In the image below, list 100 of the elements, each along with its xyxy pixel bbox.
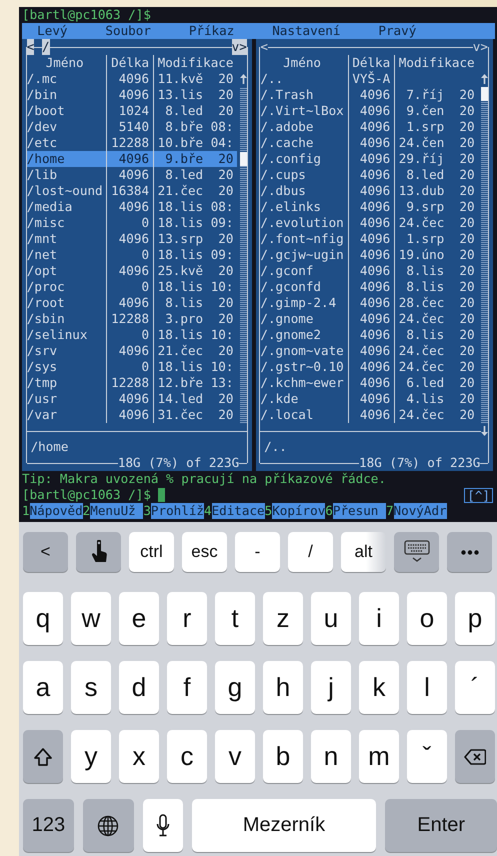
- letter-key[interactable]: l: [407, 661, 447, 714]
- more-button[interactable]: [447, 532, 492, 572]
- function-key[interactable]: Enter: [385, 799, 497, 852]
- pointer-button[interactable]: [76, 532, 121, 572]
- file-row[interactable]: /media 4096 18.lis 08:: [26, 199, 238, 215]
- letter-key[interactable]: r: [167, 592, 207, 645]
- file-row[interactable]: /.kchm~ewer 4096 6.led 20: [260, 375, 478, 391]
- letter-key[interactable]: b: [263, 730, 303, 783]
- letter-key[interactable]: s: [71, 661, 111, 714]
- modifier-key[interactable]: alt: [341, 532, 386, 572]
- letter-key[interactable]: k: [359, 661, 399, 714]
- column-header[interactable]: Délka: [348, 55, 394, 71]
- backspace-key[interactable]: [455, 730, 495, 783]
- history-button[interactable]: [^]: [464, 488, 493, 502]
- letter-key[interactable]: j: [311, 661, 351, 714]
- file-row[interactable]: /.adobe 4096 1.srp 20: [260, 119, 478, 135]
- letter-key[interactable]: v: [215, 730, 255, 783]
- file-row[interactable]: /.cups 4096 8.led 20: [260, 167, 478, 183]
- file-row[interactable]: /usr 4096 14.led 20: [26, 391, 238, 407]
- file-row[interactable]: /tmp 12288 12.bře 13:: [26, 375, 238, 391]
- file-row[interactable]: /lost~ound 16384 21.čec 20: [26, 183, 238, 199]
- function-key-button[interactable]: Kopírov: [272, 503, 326, 519]
- column-header[interactable]: Modifikace: [152, 55, 238, 71]
- letter-key[interactable]: i: [359, 592, 399, 645]
- file-row[interactable]: /srv 4096 21.čec 20: [26, 343, 238, 359]
- shift-key[interactable]: [23, 730, 63, 783]
- letter-key[interactable]: ˇ: [407, 730, 447, 783]
- modifier-key[interactable]: ctrl: [129, 532, 174, 572]
- history-left-button[interactable]: <: [26, 39, 34, 55]
- menu-item[interactable]: Nastavení: [272, 23, 340, 39]
- file-row[interactable]: /.Trash 4096 7.říj 20: [260, 87, 478, 103]
- function-key[interactable]: <: [23, 532, 68, 572]
- letter-key[interactable]: o: [407, 592, 447, 645]
- file-row[interactable]: /.gstr~0.10 4096 24.čec 20: [260, 359, 478, 375]
- file-row[interactable]: /root 4096 8.lis 20: [26, 295, 238, 311]
- menu-item[interactable]: Soubor: [105, 23, 151, 39]
- letter-key[interactable]: c: [167, 730, 207, 783]
- file-row[interactable]: /.elinks 4096 9.srp 20: [260, 199, 478, 215]
- file-row[interactable]: /bin 4096 13.lis 20: [26, 87, 238, 103]
- file-row[interactable]: /var 4096 31.čec 20: [26, 407, 238, 423]
- column-header[interactable]: Jméno: [260, 55, 348, 71]
- file-row[interactable]: /sys 0 18.lis 10:: [26, 359, 238, 375]
- letter-key[interactable]: e: [119, 592, 159, 645]
- function-key-button[interactable]: Nápověd: [30, 503, 83, 519]
- keyboard-hide-button[interactable]: [394, 532, 439, 572]
- letter-key[interactable]: u: [311, 592, 351, 645]
- menu-item[interactable]: Levý: [37, 23, 68, 39]
- file-row[interactable]: /net 0 18.lis 09:: [26, 247, 238, 263]
- scrollbar-thumb[interactable]: [240, 152, 246, 166]
- letter-key[interactable]: q: [23, 592, 63, 645]
- file-row[interactable]: /boot 1024 8.led 20: [26, 103, 238, 119]
- column-header[interactable]: Jméno: [26, 55, 106, 71]
- function-key-button[interactable]: Přesun: [332, 503, 386, 519]
- file-row[interactable]: /home 4096 9.bře 20: [26, 151, 238, 167]
- file-row[interactable]: /.. VYŠ-A: [260, 71, 478, 87]
- space-bar[interactable]: Mezerník: [192, 799, 376, 852]
- file-row[interactable]: /.mc 4096 11.kvě 20: [26, 71, 238, 87]
- letter-key[interactable]: w: [71, 592, 111, 645]
- file-row[interactable]: /.font~nfig 4096 1.srp 20: [260, 231, 478, 247]
- file-row[interactable]: /.gcjw~ugin 4096 19.úno 20: [260, 247, 478, 263]
- function-key[interactable]: 123: [23, 799, 74, 852]
- letter-key[interactable]: x: [119, 730, 159, 783]
- scrollbar-track[interactable]: [480, 87, 488, 423]
- letter-key[interactable]: y: [71, 730, 111, 783]
- letter-key[interactable]: m: [359, 730, 399, 783]
- letter-key[interactable]: t: [215, 592, 255, 645]
- file-row[interactable]: /dev 5140 8.bře 08:: [26, 119, 238, 135]
- history-right-button[interactable]: v>: [472, 39, 488, 55]
- menu-item[interactable]: Pravý: [378, 23, 416, 39]
- column-header[interactable]: Modifikace: [394, 55, 478, 71]
- function-key-button[interactable]: Editace: [212, 503, 265, 519]
- file-row[interactable]: /.cache 4096 24.čen 20: [260, 135, 478, 151]
- function-key-button[interactable]: NovýAdr: [394, 503, 447, 519]
- function-key-button[interactable]: Prohlíž: [150, 503, 204, 519]
- menu-item[interactable]: Příkaz: [188, 23, 234, 39]
- history-left-button[interactable]: <: [260, 39, 268, 55]
- file-row[interactable]: /mnt 4096 13.srp 20: [26, 231, 238, 247]
- file-row[interactable]: /.Virt~lBox 4096 9.čen 20: [260, 103, 478, 119]
- letter-key[interactable]: h: [263, 661, 303, 714]
- file-row[interactable]: /sbin 12288 3.pro 20: [26, 311, 238, 327]
- file-row[interactable]: /.gnome2 4096 8.lis 20: [260, 327, 478, 343]
- letter-key[interactable]: n: [311, 730, 351, 783]
- file-row[interactable]: /.gnome 4096 24.čec 20: [260, 311, 478, 327]
- language-key[interactable]: [82, 799, 134, 852]
- file-row[interactable]: /.gconf 4096 8.lis 20: [260, 263, 478, 279]
- file-row[interactable]: /lib 4096 8.led 20: [26, 167, 238, 183]
- letter-key[interactable]: p: [455, 592, 495, 645]
- modifier-key[interactable]: /: [288, 532, 333, 572]
- file-row[interactable]: /.kde 4096 4.lis 20: [260, 391, 478, 407]
- file-row[interactable]: /misc 0 18.lis 09:: [26, 215, 238, 231]
- file-row[interactable]: /opt 4096 25.kvě 20: [26, 263, 238, 279]
- file-row[interactable]: /.local 4096 24.čec 20: [260, 407, 478, 423]
- column-header[interactable]: Délka: [106, 55, 153, 71]
- file-row[interactable]: /.dbus 4096 13.dub 20: [260, 183, 478, 199]
- letter-key[interactable]: g: [215, 661, 255, 714]
- file-row[interactable]: /.evolution 4096 24.čec 20: [260, 215, 478, 231]
- file-row[interactable]: /.gnom~vate 4096 24.čec 20: [260, 343, 478, 359]
- function-key-button[interactable]: MenuUž: [90, 503, 144, 519]
- letter-key[interactable]: d: [119, 661, 159, 714]
- modifier-key[interactable]: esc: [182, 532, 227, 572]
